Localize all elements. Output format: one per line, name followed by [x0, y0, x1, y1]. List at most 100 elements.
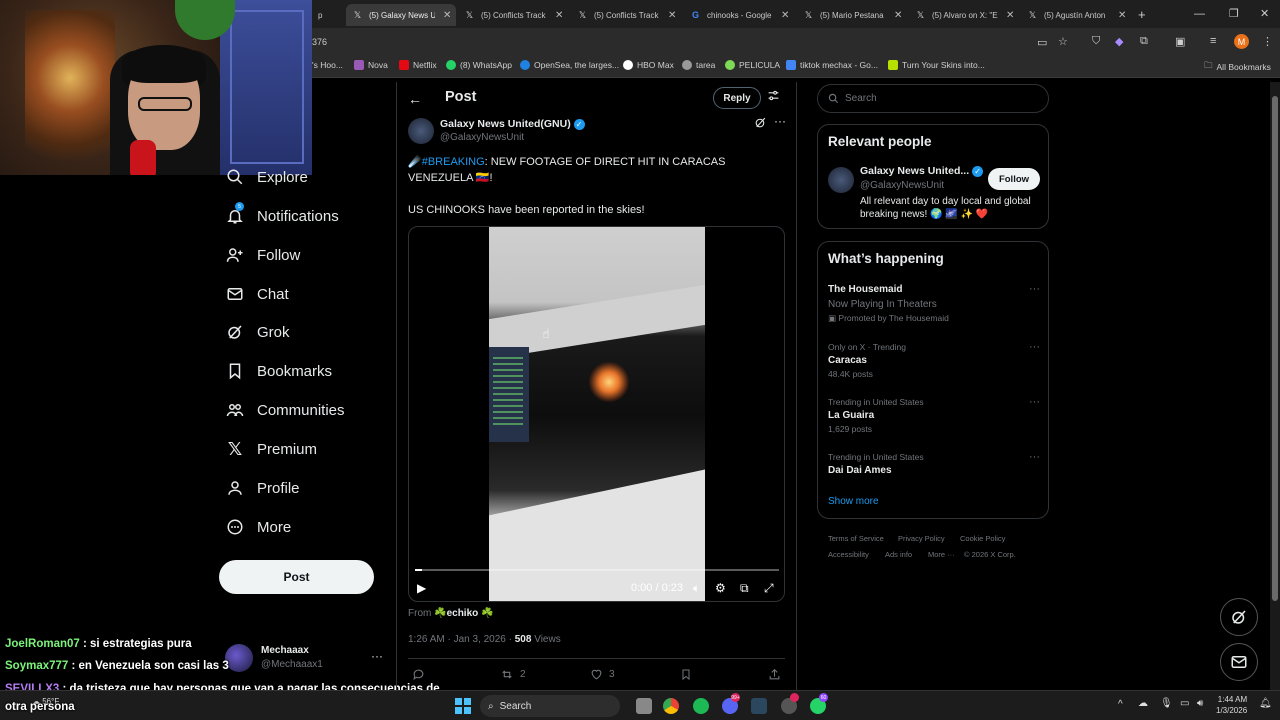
bookmark-item[interactable]: PELICULA	[725, 60, 780, 70]
nav-grok[interactable]: Grok	[225, 318, 290, 346]
shield-extension-icon[interactable]: ⛉	[1092, 35, 1100, 48]
bookmark-item[interactable]: OpenSea, the larges...	[520, 60, 619, 70]
puzzle-icon[interactable]: ⧉	[1140, 35, 1148, 48]
browser-tab[interactable]: 𝕏 (5) Conflicts Track ✕	[458, 4, 568, 26]
clock[interactable]: 1:44 AM 1/3/2026	[1216, 694, 1247, 716]
bookmark-item[interactable]: tarea	[682, 60, 715, 70]
app-icon[interactable]	[781, 693, 799, 714]
bookmark-item[interactable]: 's Hoo...	[312, 60, 343, 70]
more-dots-icon[interactable]: ···	[1029, 341, 1040, 353]
profile-avatar[interactable]: M	[1234, 34, 1249, 49]
trend-item[interactable]: Only on X · Trending Caracas 48.4K posts…	[828, 341, 1040, 381]
nav-communities[interactable]: Communities	[225, 396, 345, 424]
task-view-icon[interactable]	[636, 698, 652, 714]
chevron-up-icon[interactable]: ^	[1118, 699, 1123, 710]
source-link[interactable]: ☘️echiko ☘️	[434, 608, 493, 619]
person-avatar[interactable]	[828, 167, 854, 193]
search-box[interactable]	[817, 84, 1049, 113]
trend-item[interactable]: Trending in United States Dai Dai Ames ·…	[828, 451, 1040, 478]
person-name[interactable]: Galaxy News United... ✓	[860, 165, 984, 177]
star-icon[interactable]: ☆	[1058, 35, 1068, 48]
browser-tab[interactable]: 𝕏 (5) Alvaro on X: "El ✕	[909, 4, 1019, 26]
reply-button[interactable]: Reply	[713, 87, 761, 109]
trend-item[interactable]: The Housemaid Now Playing In Theaters ▣ …	[828, 283, 1040, 325]
nav-explore[interactable]: Explore	[225, 163, 308, 191]
close-icon[interactable]: ✕	[443, 10, 451, 21]
media-icon[interactable]: ≡	[1210, 35, 1216, 47]
volume-icon[interactable]: 🔈︎	[693, 581, 700, 596]
menu-dots-icon[interactable]: ⋮	[1262, 35, 1273, 48]
more-dots-icon[interactable]: ···	[774, 114, 786, 128]
author-avatar[interactable]	[408, 118, 434, 144]
more-dots-icon[interactable]: ···	[1029, 283, 1040, 295]
footer-link-cookie[interactable]: Cookie Policy	[960, 534, 1005, 543]
mic-icon[interactable]: 🎙︎	[1160, 698, 1173, 709]
nav-premium[interactable]: 𝕏 Premium	[225, 435, 317, 463]
back-arrow-icon[interactable]: ←	[408, 91, 422, 107]
reply-action[interactable]	[412, 668, 431, 681]
video-progress-bar[interactable]	[415, 569, 779, 571]
play-icon[interactable]: ▶	[417, 581, 426, 595]
timestamp[interactable]: 1:26 AM · Jan 3, 2026 ·	[408, 634, 512, 645]
nav-more[interactable]: More	[225, 513, 291, 541]
nav-chat[interactable]: Chat	[225, 280, 289, 308]
bookmark-item[interactable]: Nova	[354, 60, 388, 70]
cast-icon[interactable]: ▭	[1037, 36, 1047, 49]
grok-fab[interactable]	[1220, 598, 1258, 636]
nav-profile[interactable]: Profile	[225, 474, 300, 502]
bookmark-action[interactable]	[680, 668, 698, 681]
chrome-icon[interactable]	[663, 698, 679, 714]
url-text[interactable]: 376	[312, 37, 327, 47]
onedrive-icon[interactable]: ☁︎	[1138, 698, 1148, 709]
scrollbar-thumb[interactable]	[1272, 96, 1278, 601]
taskbar-search[interactable]: ⌕ Search	[480, 695, 620, 717]
close-icon[interactable]: ✕	[1118, 10, 1126, 21]
like-action[interactable]: 3	[590, 668, 615, 681]
bookmark-item[interactable]: (8) WhatsApp	[446, 60, 512, 70]
speaker-icon[interactable]: 🔊︎	[1197, 698, 1203, 709]
notification-bell-icon[interactable]: 🔔︎	[1259, 698, 1272, 709]
more-dots-icon[interactable]: ···	[1029, 451, 1040, 463]
browser-tab[interactable]: 𝕏 (5) Conflicts Track ✕	[571, 4, 681, 26]
more-dots-icon[interactable]: ···	[371, 649, 383, 663]
browser-tab-active[interactable]: 𝕏 (5) Galaxy News U ✕	[346, 4, 456, 26]
popout-icon[interactable]: ⧉	[740, 581, 749, 596]
bookmark-item[interactable]: Turn Your Skins into...	[888, 60, 985, 70]
bookmark-item[interactable]: Netflix	[399, 60, 437, 70]
footer-link-privacy[interactable]: Privacy Policy	[898, 534, 945, 543]
minimize-icon[interactable]: —	[1194, 8, 1205, 20]
windows-start-icon[interactable]	[455, 698, 471, 714]
author-name[interactable]: Galaxy News United(GNU) ✓	[440, 118, 585, 130]
whatsapp-icon[interactable]: 60	[810, 693, 828, 714]
trend-item[interactable]: Trending in United States La Guaira 1,62…	[828, 396, 1040, 436]
close-icon[interactable]: ✕	[555, 10, 563, 21]
more-dots-icon[interactable]: ···	[1029, 396, 1040, 408]
settings-gear-icon[interactable]: ⚙︎	[715, 581, 726, 595]
footer-link-accessibility[interactable]: Accessibility	[828, 550, 869, 559]
messages-fab[interactable]	[1220, 643, 1258, 681]
share-action[interactable]	[768, 668, 787, 681]
nav-bookmarks[interactable]: Bookmarks	[225, 357, 332, 385]
grok-explain-icon[interactable]	[754, 116, 767, 134]
extension-icon[interactable]: ◆	[1115, 35, 1123, 48]
follow-button[interactable]: Follow	[988, 168, 1040, 190]
page-scrollbar[interactable]	[1270, 82, 1280, 690]
bookmark-item[interactable]: HBO Max	[623, 60, 674, 70]
close-icon[interactable]: ✕	[894, 10, 902, 21]
browser-tab[interactable]: G chinooks - Google ✕	[684, 4, 794, 26]
close-icon[interactable]: ✕	[668, 10, 676, 21]
video-player[interactable]: ▶ 0:00 / 0:23 🔈︎ ⚙︎ ⧉ ⤢	[408, 226, 785, 602]
window-close-icon[interactable]: ✕	[1260, 7, 1269, 20]
browser-tab-partial[interactable]: p	[312, 4, 342, 26]
fullscreen-icon[interactable]: ⤢	[764, 581, 774, 596]
nav-notifications[interactable]: 5 Notifications	[225, 202, 339, 230]
close-icon[interactable]: ✕	[1006, 10, 1014, 21]
show-more-link[interactable]: Show more	[828, 496, 879, 507]
hashtag-link[interactable]: #BREAKING	[422, 156, 485, 168]
browser-tab[interactable]: 𝕏 (5) Mario Pestana ✕	[797, 4, 907, 26]
bookmark-item[interactable]: tiktok mechax - Go...	[786, 60, 878, 70]
browser-tab[interactable]: 𝕏 (5) Agustín Anton ✕	[1021, 4, 1131, 26]
sliders-icon[interactable]	[767, 89, 780, 107]
post-button[interactable]: Post	[219, 560, 374, 594]
footer-link-more[interactable]: More ···	[928, 550, 955, 559]
